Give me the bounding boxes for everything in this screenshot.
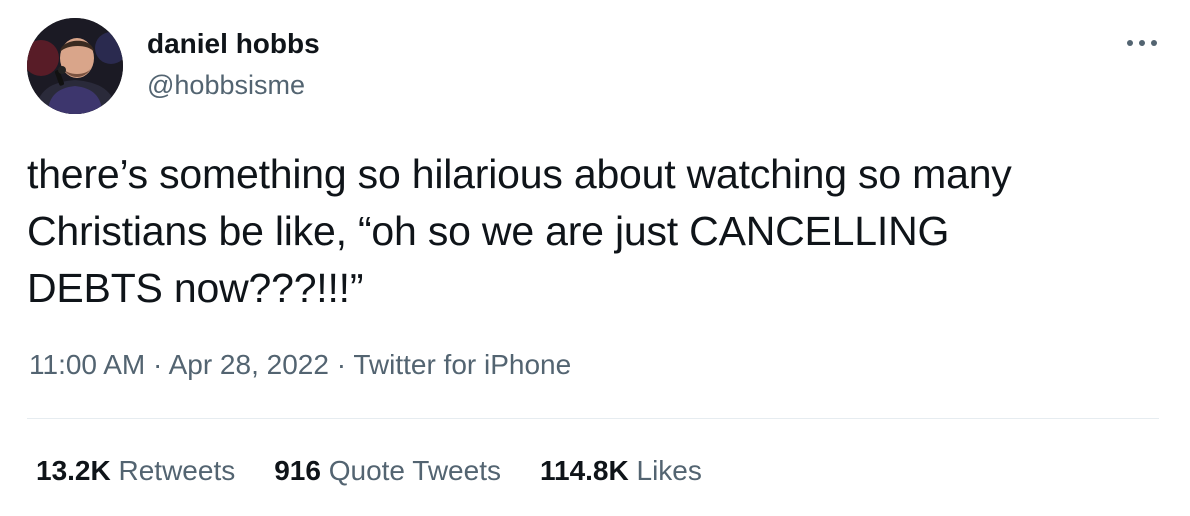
divider [27, 418, 1159, 419]
quote-tweets-count: 916 [274, 455, 321, 486]
quote-tweets-label: Quote Tweets [328, 455, 501, 486]
tweet-metadata: 11:00 AM · Apr 28, 2022 · Twitter for iP… [29, 349, 571, 381]
tweet-time[interactable]: 11:00 AM [29, 349, 145, 380]
avatar-image [27, 18, 123, 114]
meta-separator: · [336, 349, 347, 380]
avatar[interactable] [27, 18, 123, 114]
retweets-label: Retweets [118, 455, 236, 486]
retweets-count: 13.2K [36, 455, 111, 486]
more-options-icon [1127, 40, 1157, 46]
likes-stat[interactable]: 114.8K Likes [540, 455, 702, 487]
tweet-card: daniel hobbs @hobbsisme there’s somethin… [0, 0, 1190, 516]
tweet-text: there’s something so hilarious about wat… [27, 146, 1167, 317]
retweets-stat[interactable]: 13.2K Retweets [36, 455, 235, 487]
tweet-stats: 13.2K Retweets 916 Quote Tweets 114.8K L… [36, 455, 741, 487]
quote-tweets-stat[interactable]: 916 Quote Tweets [274, 455, 501, 487]
user-handle[interactable]: @hobbsisme [147, 70, 305, 101]
likes-label: Likes [636, 455, 702, 486]
meta-separator: · [153, 349, 163, 380]
tweet-date[interactable]: Apr 28, 2022 [169, 349, 329, 380]
tweet-text-line: there’s something so hilarious about wat… [27, 151, 1012, 197]
display-name[interactable]: daniel hobbs [147, 28, 320, 60]
tweet-source[interactable]: Twitter for iPhone [353, 349, 571, 380]
more-options-button[interactable] [1120, 30, 1164, 56]
likes-count: 114.8K [539, 455, 629, 486]
tweet-text-line: DEBTS now???!!!” [27, 265, 364, 311]
tweet-text-line: Christians be like, “oh so we are just C… [27, 208, 950, 254]
